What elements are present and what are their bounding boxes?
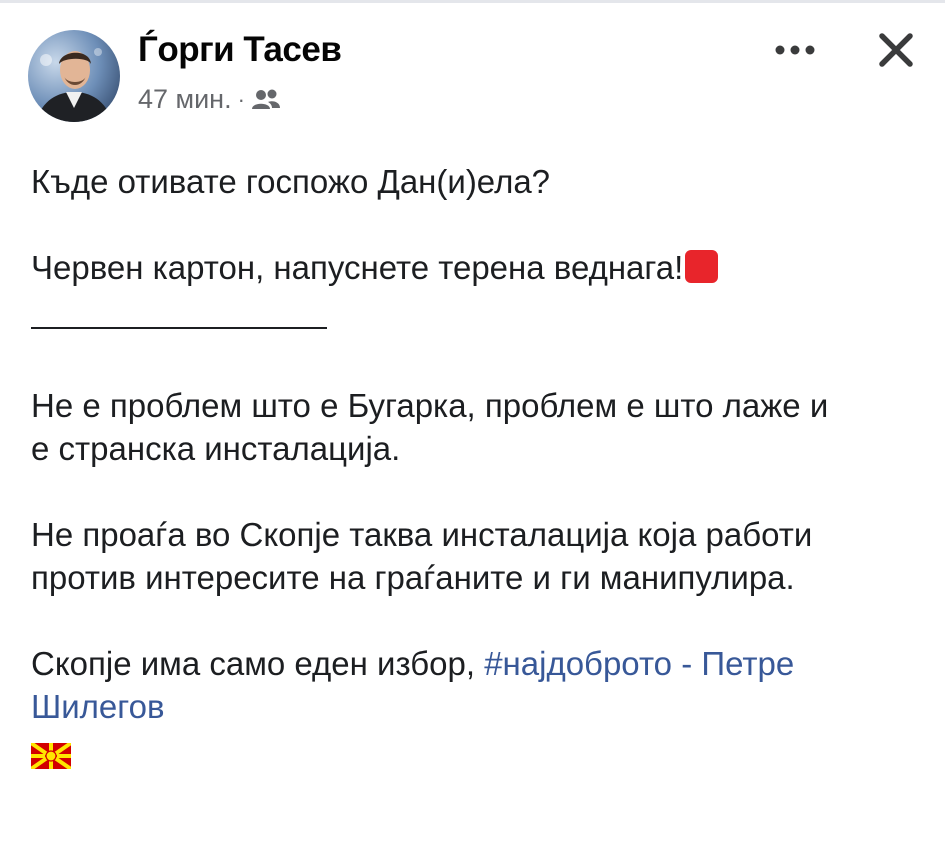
red-square-emoji <box>685 250 719 283</box>
post-line: е странска инсталација. <box>31 430 401 467</box>
mention-link[interactable]: Петре <box>701 645 794 682</box>
more-options-button[interactable] <box>768 32 822 72</box>
author-name[interactable]: Ѓорги Тасев <box>138 30 342 70</box>
hashtag-link[interactable]: #најдоброто <box>484 645 672 682</box>
more-horizontal-icon <box>772 43 818 61</box>
north-macedonia-flag-emoji <box>29 736 73 771</box>
post-line-text: Червен картон, напуснете терена веднага! <box>31 249 684 286</box>
meta-separator: · <box>237 86 245 112</box>
friends-icon <box>251 87 281 113</box>
top-divider <box>0 0 945 3</box>
post-meta: 47 мин. · <box>138 84 281 115</box>
post-line-text: Скопје има само еден избор, <box>31 645 485 682</box>
post-line: против интересите на граѓаните и ги мани… <box>31 559 795 596</box>
post-header: Ѓорги Тасев 47 мин. · <box>28 30 928 125</box>
close-button[interactable] <box>874 30 918 74</box>
post-line: Шилегов <box>31 685 921 728</box>
post-time[interactable]: 47 мин. <box>138 84 232 115</box>
close-icon <box>878 32 914 73</box>
mention-link-continued[interactable]: Шилегов <box>31 688 164 725</box>
post-line: Не проаѓа во Скопје таква инсталација ко… <box>31 516 813 553</box>
post-line: Не е проблем што е Бугарка, проблем е шт… <box>31 387 829 424</box>
post-line: Къде отивате госпожо Дан(и)ела? <box>31 163 551 200</box>
avatar[interactable] <box>28 30 120 122</box>
link-separator: - <box>672 645 702 682</box>
post-line: Червен картон, напуснете терена веднага! <box>31 246 921 289</box>
post-line: Скопје има само еден избор, #најдоброто … <box>31 642 921 685</box>
post-body: Къде отивате госпожо Дан(и)ела? Червен к… <box>29 160 921 779</box>
